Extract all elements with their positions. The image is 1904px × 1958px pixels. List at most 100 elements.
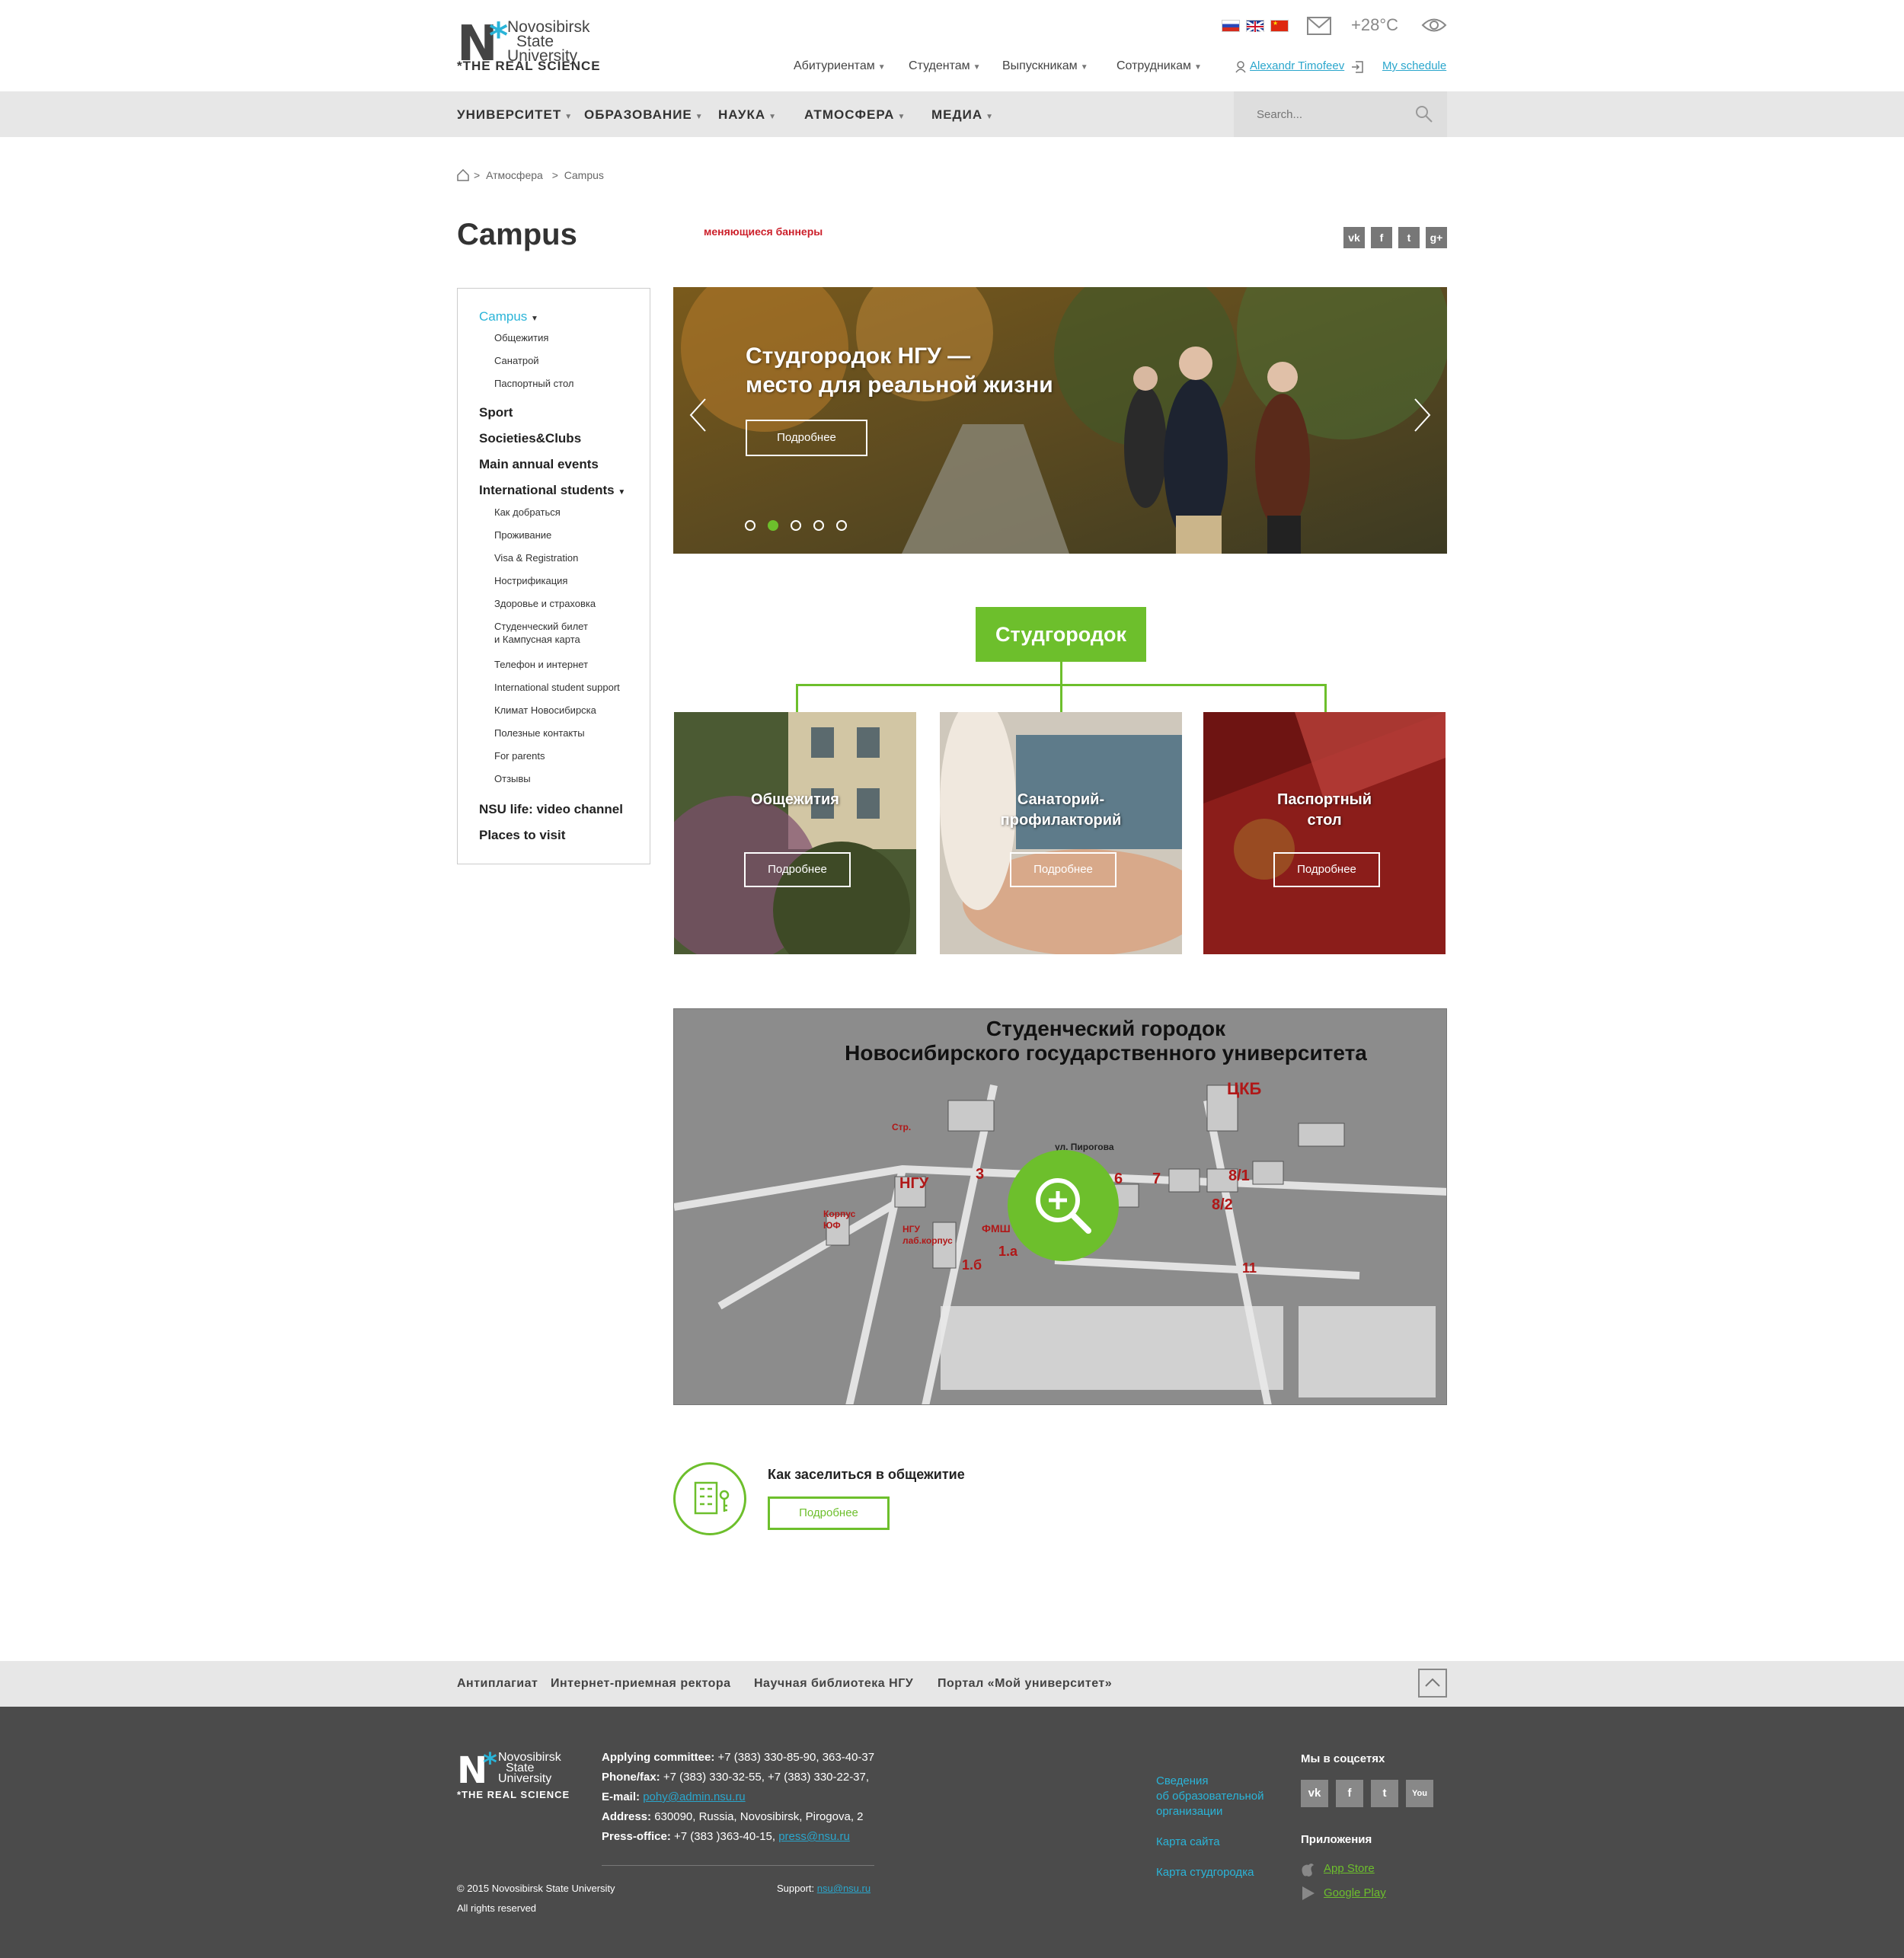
sidebar-sub-campus-card[interactable]: и Кампусная карта <box>494 633 580 646</box>
sidebar-item-video[interactable]: NSU life: video channel <box>479 802 623 817</box>
contact-label: Address: <box>602 1810 652 1823</box>
footer-link-antiplagiat[interactable]: Антиплагиат <box>457 1677 538 1691</box>
sidebar-sub-visa[interactable]: Visa & Registration <box>494 551 578 564</box>
footer-logo[interactable]: N * Novosibirsk State University *THE RE… <box>457 1748 579 1800</box>
card-dorms[interactable]: Общежития Подробнее <box>674 712 916 954</box>
press-email-link[interactable]: press@nsu.ru <box>778 1830 850 1843</box>
twitter-icon[interactable]: t <box>1371 1780 1398 1807</box>
cn-flag-icon[interactable]: ★ <box>1270 20 1289 32</box>
link-line: об образовательной <box>1156 1790 1264 1803</box>
breadcrumb-atmosphere[interactable]: Атмосфера <box>486 169 543 181</box>
footer-link-sitemap[interactable]: Карта сайта <box>1156 1835 1220 1850</box>
caret-icon: ▼ <box>1080 63 1088 72</box>
eye-icon[interactable] <box>1421 17 1447 34</box>
top-link-staff[interactable]: Сотрудникам ▼ <box>1117 59 1202 73</box>
sidebar-sub-climate[interactable]: Климат Новосибирска <box>494 704 596 717</box>
map-title: Студенческий городок Новосибирского госу… <box>674 1017 1446 1065</box>
mail-icon[interactable] <box>1307 17 1331 35</box>
top-link-alumni[interactable]: Выпускникам ▼ <box>1002 59 1088 73</box>
sidebar-sub-student-card[interactable]: Студенческий билет <box>494 620 588 633</box>
campus-tree-head[interactable]: Студгородок <box>976 607 1146 662</box>
nav-item-science[interactable]: НАУКА ▼ <box>718 107 777 123</box>
card-dorms-button[interactable]: Подробнее <box>744 852 851 887</box>
my-schedule-link[interactable]: My schedule <box>1382 59 1446 72</box>
logout-icon[interactable] <box>1351 61 1363 73</box>
contact-email: E-mail: pohy@admin.nsu.ru <box>602 1787 874 1807</box>
nav-item-media[interactable]: МЕДИА ▼ <box>931 107 994 123</box>
info-more-button[interactable]: Подробнее <box>768 1496 890 1530</box>
nav-label: НАУКА <box>718 107 766 122</box>
logo-tagline: *THE REAL SCIENCE <box>457 1789 570 1800</box>
sidebar-item-international[interactable]: International students ▼ <box>479 483 625 498</box>
ru-flag-icon[interactable] <box>1222 20 1240 32</box>
footer-link-rector[interactable]: Интернет-приемная ректора <box>551 1677 731 1691</box>
card-title-line: Общежития <box>751 791 839 808</box>
map-zoom-button[interactable] <box>1008 1150 1119 1261</box>
sidebar-item-sport[interactable]: Sport <box>479 405 513 420</box>
map-label-yuf: ЮФ <box>823 1220 841 1231</box>
footer-link-library[interactable]: Научная библиотека НГУ <box>754 1677 913 1691</box>
sidebar-sub-nostrification[interactable]: Нострификация <box>494 574 567 587</box>
sidebar-sub-reviews[interactable]: Отзывы <box>494 772 531 785</box>
top-link-applicants[interactable]: Абитуриентам ▼ <box>794 59 886 73</box>
sidebar-sub-parents[interactable]: For parents <box>494 749 545 762</box>
carousel-dot[interactable] <box>745 520 756 531</box>
app-store-link[interactable]: App Store <box>1324 1861 1375 1877</box>
top-link-students[interactable]: Студентам ▼ <box>909 59 981 73</box>
uk-flag-icon[interactable] <box>1246 20 1264 34</box>
carousel-dot[interactable] <box>768 520 778 531</box>
contact-value: +7 (383) 330-32-55, +7 (383) 330-22-37, <box>660 1771 870 1784</box>
card-passport[interactable]: Паспортный стол Подробнее <box>1203 712 1446 954</box>
contact-applying: Applying committee: +7 (383) 330-85-90, … <box>602 1748 874 1768</box>
nav-item-education[interactable]: ОБРАЗОВАНИЕ ▼ <box>584 107 704 123</box>
sidebar-sub-sanatorium[interactable]: Санатрой <box>494 354 539 367</box>
footer-link-campus-map[interactable]: Карта студгородка <box>1156 1865 1254 1880</box>
share-facebook-icon[interactable]: f <box>1371 227 1392 248</box>
facebook-icon[interactable]: f <box>1336 1780 1363 1807</box>
sidebar-sub-health[interactable]: Здоровье и страховка <box>494 597 596 610</box>
campus-map[interactable]: Студенческий городок Новосибирского госу… <box>673 1008 1447 1405</box>
card-passport-button[interactable]: Подробнее <box>1273 852 1380 887</box>
share-vk-icon[interactable]: vk <box>1343 227 1365 248</box>
carousel-dot[interactable] <box>813 520 824 531</box>
sidebar-item-places[interactable]: Places to visit <box>479 828 565 843</box>
google-play-link[interactable]: Google Play <box>1324 1886 1386 1901</box>
home-icon[interactable] <box>457 169 469 181</box>
nav-item-university[interactable]: УНИВЕРСИТЕТ ▼ <box>457 107 573 123</box>
share-gplus-icon[interactable]: g+ <box>1426 227 1447 248</box>
chevron-left-icon[interactable] <box>688 398 707 433</box>
sidebar-sub-support[interactable]: International student support <box>494 681 620 694</box>
footer-link-portal[interactable]: Портал «Мой университет» <box>938 1677 1112 1691</box>
footer-link-info[interactable]: Сведения об образовательной организации <box>1156 1774 1264 1819</box>
apple-icon <box>1302 1864 1314 1877</box>
sidebar-sub-getting-there[interactable]: Как добраться <box>494 506 561 519</box>
support-email-link[interactable]: nsu@nsu.ru <box>817 1883 871 1894</box>
vk-icon[interactable]: vk <box>1301 1780 1328 1807</box>
sidebar-sub-contacts[interactable]: Полезные контакты <box>494 727 585 739</box>
email-link[interactable]: pohy@admin.nsu.ru <box>643 1790 745 1803</box>
search-box <box>1234 91 1447 137</box>
search-icon[interactable] <box>1415 105 1433 123</box>
sidebar-sub-passport[interactable]: Паспортный стол <box>494 377 573 390</box>
sidebar-sub-dorms[interactable]: Общежития <box>494 331 548 344</box>
search-input[interactable] <box>1257 104 1409 125</box>
carousel-dot[interactable] <box>791 520 801 531</box>
card-sanatorium-button[interactable]: Подробнее <box>1010 852 1117 887</box>
youtube-icon[interactable]: You <box>1406 1780 1433 1807</box>
sidebar-sub-accommodation[interactable]: Проживание <box>494 529 551 541</box>
chevron-right-icon[interactable] <box>1414 398 1432 433</box>
scroll-top-button[interactable] <box>1418 1669 1447 1698</box>
nav-item-atmosphere[interactable]: АТМОСФЕРА ▼ <box>804 107 906 123</box>
sidebar-sub-phone[interactable]: Телефон и интернет <box>494 658 588 671</box>
site-logo[interactable]: N * Novosibirsk State University *THE RE… <box>457 15 609 73</box>
share-twitter-icon[interactable]: t <box>1398 227 1420 248</box>
sidebar-item-campus[interactable]: Campus ▼ <box>479 309 538 324</box>
map-label-7: 7 <box>1152 1171 1161 1187</box>
user-name-link[interactable]: Alexandr Timofeev <box>1250 59 1344 72</box>
logo-line3: University <box>498 1772 552 1785</box>
sidebar-item-events[interactable]: Main annual events <box>479 457 599 472</box>
sidebar-item-societies[interactable]: Societies&Clubs <box>479 431 581 446</box>
hero-more-button[interactable]: Подробнее <box>746 420 867 456</box>
carousel-dot[interactable] <box>836 520 847 531</box>
card-sanatorium[interactable]: Санаторий-профилакторий Подробнее <box>940 712 1182 954</box>
